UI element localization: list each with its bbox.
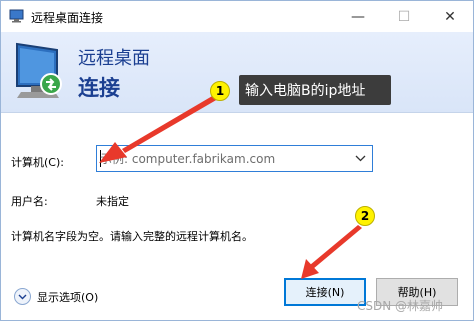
computer-input[interactable] (100, 147, 345, 170)
computer-label: 计算机(C): (11, 156, 64, 169)
banner-title-line2: 连接 (78, 76, 120, 100)
status-message: 计算机名字段为空。请输入完整的远程计算机名。 (11, 230, 253, 243)
minimize-icon: — (351, 8, 365, 25)
step-badge-1: 1 (210, 81, 230, 101)
show-options-toggle[interactable]: 显示选项(O) (14, 288, 98, 305)
close-icon: ✕ (444, 8, 456, 25)
watermark: CSDN @林嘉帅 (357, 299, 444, 313)
user-value: 未指定 (96, 195, 129, 208)
title-bar[interactable]: 远程桌面连接 — ☐ ✕ (1, 1, 473, 32)
dropdown-button[interactable] (348, 146, 372, 171)
window-title: 远程桌面连接 (31, 11, 104, 25)
header-banner: 远程桌面 连接 (1, 32, 473, 113)
close-button[interactable]: ✕ (427, 1, 473, 32)
chevron-down-circle-icon (14, 288, 31, 305)
chevron-down-icon (355, 155, 365, 162)
connect-button[interactable]: 连接(N) (284, 278, 366, 306)
rdp-window: 远程桌面连接 — ☐ ✕ 远程桌面 连接 计算机(C): 用户名: 未指定 计算… (0, 0, 474, 321)
computer-combobox[interactable] (96, 145, 373, 172)
minimize-button[interactable]: — (335, 1, 381, 32)
user-label: 用户名: (11, 195, 48, 208)
remote-monitor-icon (16, 42, 62, 98)
maximize-button[interactable]: ☐ (381, 1, 427, 32)
maximize-icon: ☐ (397, 8, 411, 25)
banner-title-line1: 远程桌面 (78, 48, 150, 69)
show-options-label: 显示选项(O) (37, 290, 99, 304)
arrow-2 (301, 225, 362, 279)
step-badge-2: 2 (355, 206, 375, 226)
instruction-callout: 输入电脑B的ip地址 (239, 75, 391, 105)
remote-desktop-app-icon (9, 9, 24, 23)
